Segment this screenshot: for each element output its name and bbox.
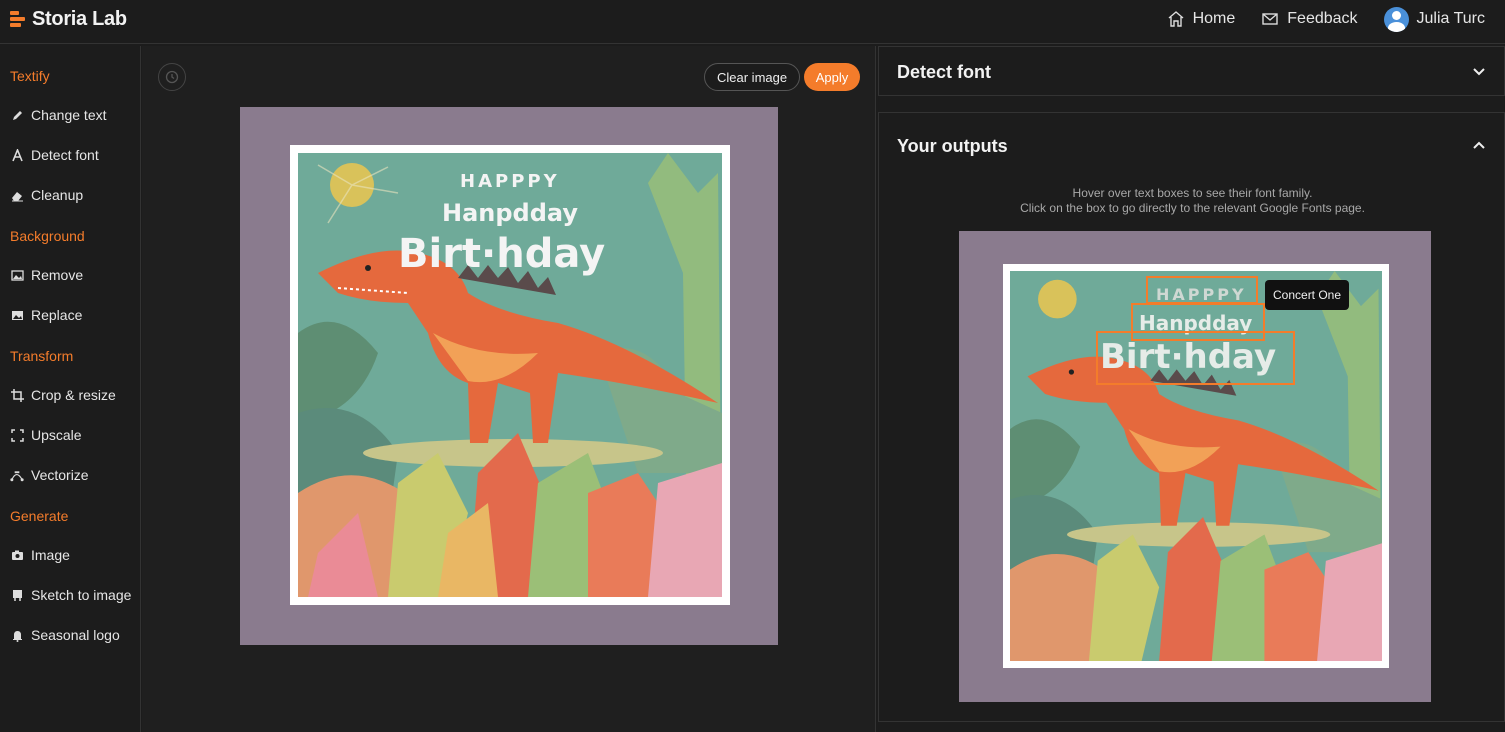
image-icon xyxy=(10,268,24,282)
sidebar-item-seasonal-logo[interactable]: Seasonal logo xyxy=(10,627,120,643)
detect-font-accordion[interactable]: Detect font xyxy=(878,46,1505,96)
hint-line-1: Hover over text boxes to see their font … xyxy=(1072,186,1313,200)
bell-icon xyxy=(10,628,24,642)
editor-canvas: Clear image Apply HAPPPY Hanpdday Birt·h… xyxy=(142,46,876,732)
chevron-down-icon[interactable] xyxy=(1472,65,1486,79)
sidebar-item-cleanup[interactable]: Cleanup xyxy=(10,187,83,203)
avatar xyxy=(1383,6,1409,32)
sidebar-item-replace[interactable]: Replace xyxy=(10,307,82,323)
sidebar-item-label: Seasonal logo xyxy=(31,627,120,643)
sidebar-item-label: Change text xyxy=(31,107,107,123)
nav-home[interactable]: Home xyxy=(1167,10,1236,28)
font-box-birthday[interactable] xyxy=(1096,331,1295,385)
detect-font-title: Detect font xyxy=(897,62,991,82)
output-image: HAPPPY Hanpdday Birt·hday xyxy=(959,231,1431,702)
user-menu[interactable]: Julia Turc xyxy=(1383,6,1485,32)
sidebar-item-label: Crop & resize xyxy=(31,387,116,403)
sidebar-item-label: Replace xyxy=(31,307,83,323)
card-text-birthday: Birt·hday xyxy=(398,231,606,277)
sidebar-item-label: Image xyxy=(31,547,70,563)
sketch-icon xyxy=(10,588,24,602)
font-icon xyxy=(10,148,24,162)
eraser-icon xyxy=(10,188,24,202)
nav-home-label: Home xyxy=(1192,10,1236,27)
sidebar-item-detect-font[interactable]: Detect font xyxy=(10,147,99,163)
sidebar-item-upscale[interactable]: Upscale xyxy=(10,427,82,443)
expand-icon xyxy=(10,428,24,442)
card-text-happy: HAPPPY xyxy=(460,171,560,192)
birthday-card: HAPPPY Hanpdday Birt·hday xyxy=(290,145,730,605)
nav-feedback-label: Feedback xyxy=(1287,10,1358,27)
sidebar: Textify Change text Detect font Cleanup … xyxy=(0,46,141,732)
outputs-title: Your outputs xyxy=(897,136,1008,156)
history-icon xyxy=(165,70,179,84)
sidebar-item-image[interactable]: Image xyxy=(10,547,70,563)
user-name: Julia Turc xyxy=(1416,10,1485,27)
apply-button[interactable]: Apply xyxy=(804,63,860,91)
bezier-icon xyxy=(10,468,24,482)
section-transform: Transform xyxy=(10,348,74,364)
sidebar-item-crop-resize[interactable]: Crop & resize xyxy=(10,387,116,403)
clear-image-button[interactable]: Clear image xyxy=(704,63,801,91)
sidebar-item-label: Upscale xyxy=(31,427,82,443)
sidebar-item-remove[interactable]: Remove xyxy=(10,267,83,283)
sidebar-item-label: Vectorize xyxy=(31,467,89,483)
mail-icon xyxy=(1262,13,1278,25)
pen-icon xyxy=(10,108,24,122)
home-icon xyxy=(1168,11,1184,27)
crop-icon xyxy=(10,388,24,402)
top-bar: Storia Lab Home Feedback Julia Turc xyxy=(0,0,1505,44)
sidebar-item-label: Remove xyxy=(31,267,84,283)
sidebar-item-sketch-to-image[interactable]: Sketch to image xyxy=(10,587,131,603)
card-text-hanpdday: Hanpdday xyxy=(442,199,579,227)
history-button[interactable] xyxy=(158,63,186,91)
section-background: Background xyxy=(10,228,85,244)
font-tooltip: Concert One xyxy=(1265,280,1350,310)
storia-logo-icon xyxy=(10,10,26,28)
sidebar-item-vectorize[interactable]: Vectorize xyxy=(10,467,89,483)
hint-line-2: Click on the box to go directly to the r… xyxy=(1020,201,1365,215)
section-generate: Generate xyxy=(10,508,69,524)
chevron-up-icon[interactable] xyxy=(1472,138,1486,152)
outputs-accordion: Your outputs Hover over text boxes to se… xyxy=(878,112,1505,722)
sidebar-item-label: Detect font xyxy=(31,147,99,163)
camera-icon xyxy=(10,548,24,562)
app-name: Storia Lab xyxy=(32,7,127,30)
section-textify: Textify xyxy=(10,68,50,84)
top-nav: Home Feedback Julia Turc xyxy=(1167,0,1505,38)
source-image[interactable]: HAPPPY Hanpdday Birt·hday xyxy=(240,107,778,645)
sidebar-item-label: Sketch to image xyxy=(31,587,132,603)
photo-icon xyxy=(10,308,24,322)
sidebar-item-change-text[interactable]: Change text xyxy=(10,107,107,123)
right-panel: Detect font Your outputs Hover over text… xyxy=(878,46,1505,732)
nav-feedback[interactable]: Feedback xyxy=(1261,10,1358,28)
logo[interactable]: Storia Lab xyxy=(10,7,127,31)
sidebar-item-label: Cleanup xyxy=(31,187,84,203)
font-box-happy[interactable] xyxy=(1146,276,1258,304)
